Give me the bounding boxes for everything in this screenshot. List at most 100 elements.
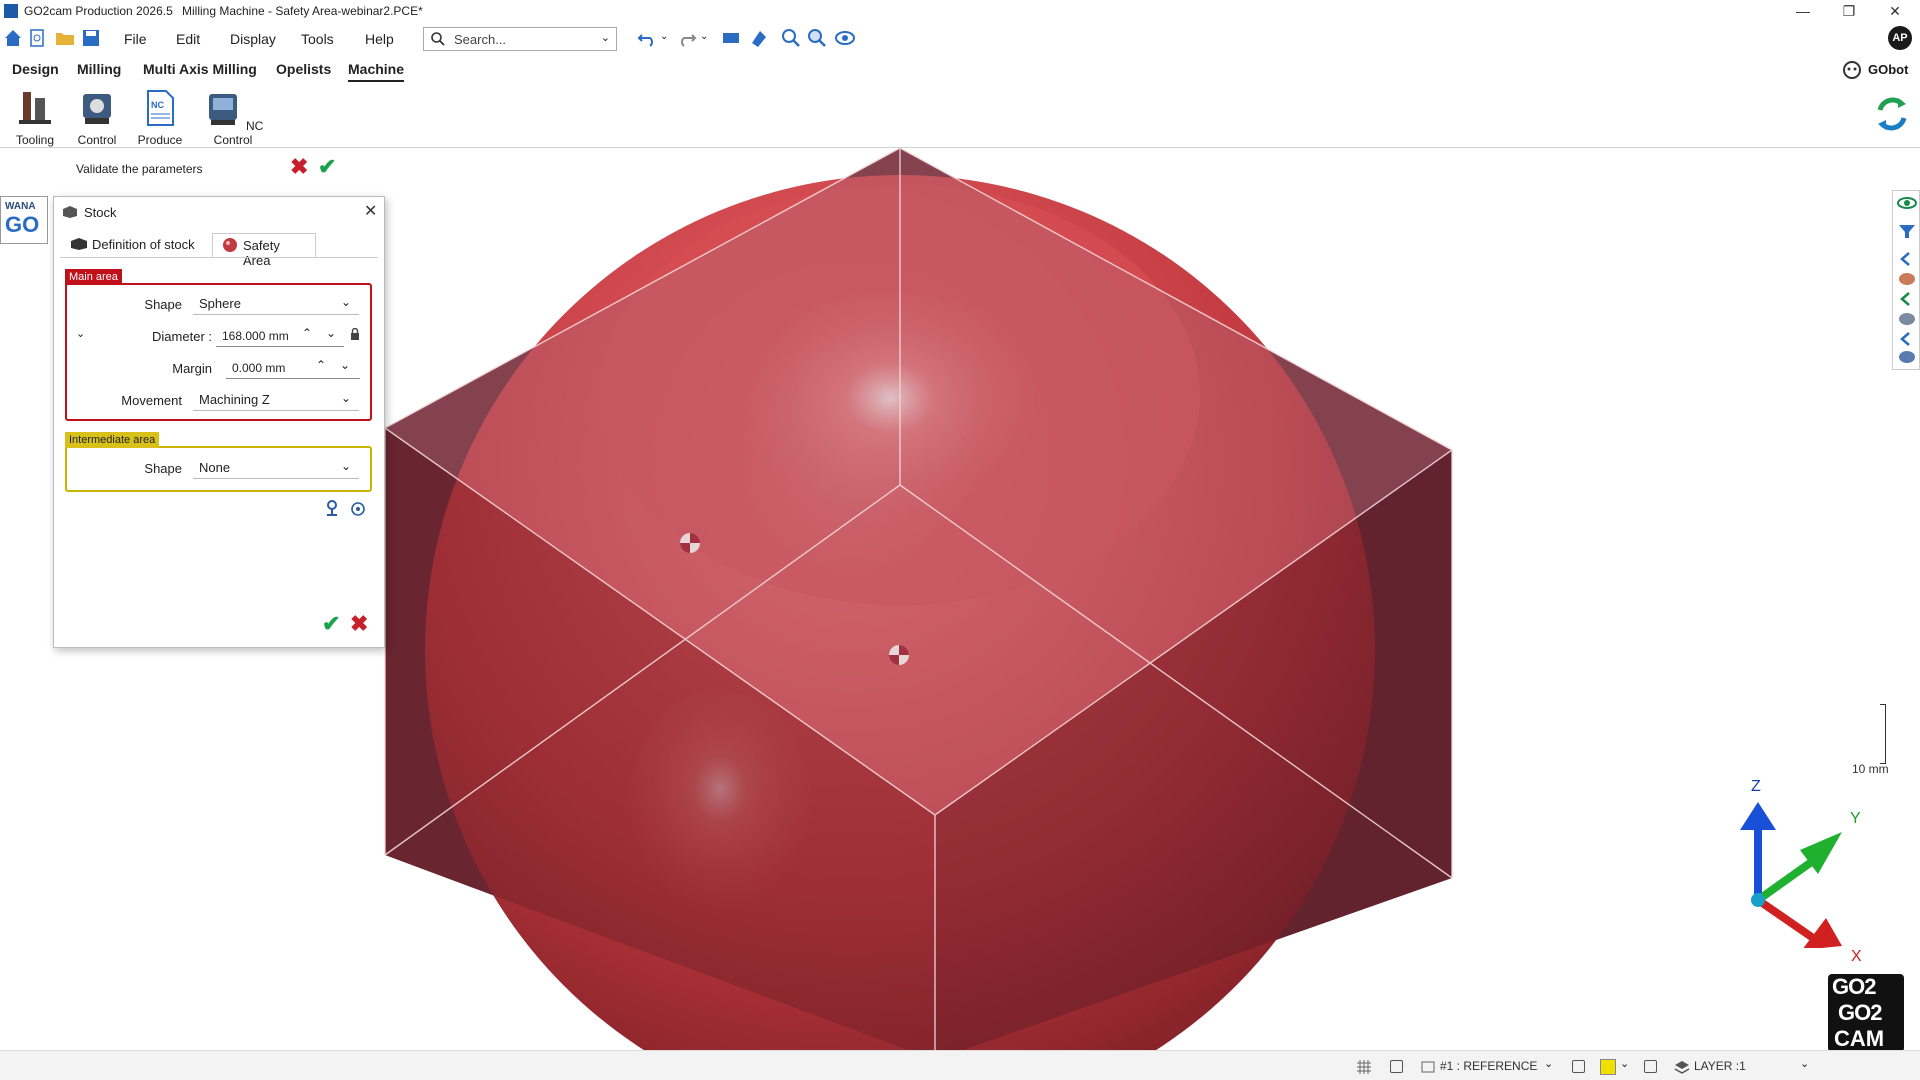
validate-bar: Validate the parameters ✖ ✔ (0, 150, 385, 190)
ribbon-tabs: Design Milling Multi Axis Milling Opelis… (0, 56, 1920, 84)
expand-chevron-icon[interactable]: ⌄ (76, 327, 85, 340)
diameter-increment-icon[interactable]: ⌃ (302, 326, 312, 340)
tab-milling[interactable]: Milling (77, 61, 121, 77)
right-toolbar (1892, 190, 1920, 370)
margin-increment-icon[interactable]: ⌃ (316, 358, 326, 372)
margin-value: 0.000 mm (232, 361, 286, 375)
gobot-label[interactable]: GObot (1868, 62, 1908, 77)
menu-file[interactable]: File (124, 31, 147, 47)
app-logo-icon (4, 4, 18, 18)
tab-machine[interactable]: Machine (348, 61, 405, 82)
undo-icon[interactable] (636, 27, 658, 49)
axis-triad[interactable] (1730, 778, 1880, 948)
redo-dropdown-icon[interactable]: ⌄ (700, 31, 708, 42)
validate-text: Validate the parameters (76, 162, 203, 176)
nc-control-icon (208, 94, 237, 125)
zoom-icon[interactable] (780, 27, 802, 49)
layer-checkbox[interactable] (1644, 1060, 1657, 1073)
cancel-validate-button[interactable]: ✖ (290, 154, 308, 180)
grid-icon[interactable] (1356, 1059, 1372, 1075)
document-title: Milling Machine - Safety Area-webinar2.P… (182, 4, 423, 18)
intermediate-shape-value: None (199, 460, 231, 475)
tab-opelists[interactable]: Opelists (276, 61, 331, 77)
logo-top-text: GO2 (1832, 974, 1876, 999)
produce-button[interactable]: NC Produce (134, 88, 186, 147)
scale-bar (1880, 704, 1886, 764)
menu-edit[interactable]: Edit (176, 31, 200, 47)
margin-decrement-icon[interactable]: ⌄ (340, 358, 350, 372)
tab-design[interactable]: Design (12, 61, 59, 77)
close-window-button[interactable]: ✕ (1872, 0, 1918, 22)
reference-dropdown-icon[interactable]: ⌄ (1544, 1057, 1553, 1070)
margin-label: Margin (172, 361, 212, 376)
axis-x-label: X (1851, 948, 1862, 965)
collapse-left-icon-2[interactable] (1897, 291, 1917, 307)
wana-go-logo[interactable]: WANA GO (0, 196, 48, 244)
control-button[interactable]: Control (72, 88, 122, 147)
lock-icon[interactable] (350, 328, 360, 340)
shape-value: Sphere (199, 296, 241, 311)
maximize-button[interactable]: ❐ (1826, 0, 1872, 22)
layer-dropdown-icon[interactable]: ⌄ (1800, 1057, 1809, 1070)
logo-bottom-text: CAM (1834, 1026, 1885, 1050)
produce-icon: NC (147, 90, 174, 126)
tab-safety-area[interactable]: Safety Area (212, 233, 316, 268)
erase-tool-icon[interactable] (748, 27, 770, 49)
dialog-cancel-button[interactable]: ✖ (350, 611, 368, 637)
color-swatch[interactable] (1600, 1059, 1616, 1075)
save-icon[interactable] (80, 27, 102, 49)
tooling-button[interactable]: Tooling (10, 88, 60, 147)
reference-icon (1421, 1061, 1435, 1073)
shape-select[interactable]: Sphere ⌄ (193, 293, 359, 315)
menu-help[interactable]: Help (365, 31, 394, 47)
tab-multi-axis-milling[interactable]: Multi Axis Milling (143, 61, 257, 77)
diameter-field[interactable]: 168.000 mm ⌃ ⌄ (216, 325, 344, 347)
material-icon[interactable] (1897, 271, 1917, 287)
visibility-icon[interactable] (1897, 195, 1917, 211)
stock-view-icon[interactable] (1897, 311, 1917, 327)
reference-select[interactable]: #1 : REFERENCE (1440, 1059, 1537, 1073)
zoom-window-icon[interactable] (806, 27, 828, 49)
select-tool-icon[interactable] (720, 27, 742, 49)
redo-icon[interactable] (676, 27, 698, 49)
color-checkbox[interactable] (1572, 1060, 1585, 1073)
minimize-button[interactable]: — (1780, 0, 1826, 22)
search-input[interactable]: Search... (454, 32, 506, 47)
snap-checkbox[interactable] (1390, 1060, 1403, 1073)
svg-text:NC: NC (151, 100, 164, 110)
center-point-icon[interactable] (350, 501, 366, 517)
color-dropdown-icon[interactable]: ⌄ (1620, 1057, 1629, 1070)
tab-divider (60, 257, 378, 258)
search-icon (431, 32, 445, 46)
confirm-validate-button[interactable]: ✔ (318, 154, 336, 180)
pick-point-icon[interactable] (324, 499, 340, 517)
search-box[interactable]: Search... ⌄ (423, 27, 617, 51)
layer-icon (1674, 1061, 1690, 1074)
diameter-decrement-icon[interactable]: ⌄ (326, 326, 336, 340)
dialog-close-button[interactable]: ✕ (364, 201, 377, 221)
intermediate-shape-select[interactable]: None ⌄ (193, 457, 359, 479)
user-avatar[interactable]: AP (1888, 26, 1912, 50)
chevron-down-icon: ⌄ (340, 459, 351, 473)
center-marker (889, 645, 909, 665)
collapse-left-icon-3[interactable] (1897, 331, 1917, 347)
menu-tools[interactable]: Tools (301, 31, 334, 47)
new-file-icon[interactable] (26, 27, 48, 49)
layer-select[interactable]: LAYER :1 (1694, 1059, 1746, 1073)
gobot-icon[interactable] (1842, 60, 1862, 80)
search-dropdown-icon[interactable]: ⌄ (601, 31, 610, 44)
refresh-sync-icon[interactable] (1872, 94, 1912, 134)
menu-display[interactable]: Display (230, 31, 276, 47)
movement-select[interactable]: Machining Z ⌄ (193, 389, 359, 411)
open-folder-icon[interactable] (54, 27, 76, 49)
view-icon[interactable] (834, 27, 856, 49)
margin-field[interactable]: 0.000 mm ⌃ ⌄ (226, 357, 360, 379)
tab-definition-of-stock[interactable]: Definition of stock (62, 233, 210, 257)
home-icon[interactable] (2, 27, 24, 49)
dialog-ok-button[interactable]: ✔ (322, 611, 340, 637)
nc-control-button[interactable]: NC Control (200, 88, 266, 147)
filter-icon[interactable] (1897, 223, 1917, 239)
collapse-left-icon[interactable] (1897, 251, 1917, 267)
part-view-icon[interactable] (1897, 349, 1917, 365)
undo-dropdown-icon[interactable]: ⌄ (660, 31, 668, 42)
